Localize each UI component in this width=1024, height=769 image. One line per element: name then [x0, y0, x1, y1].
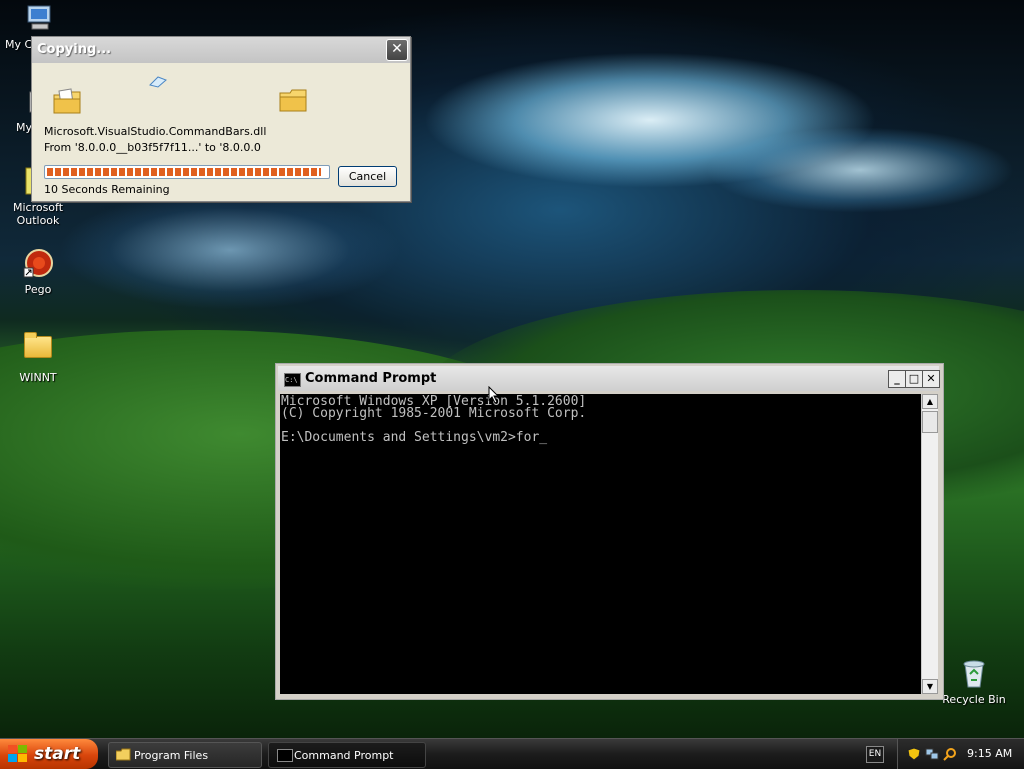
window-title: Command Prompt — [305, 371, 437, 386]
desktop-icon-label: Recycle Bin — [942, 693, 1006, 706]
desktop-icon-pego[interactable]: Pego — [0, 248, 76, 296]
desktop-icon-winnt[interactable]: WINNT — [0, 330, 76, 384]
close-icon: ✕ — [391, 41, 403, 57]
copy-filename: Microsoft.VisualStudio.CommandBars.dll — [44, 125, 267, 138]
minimize-icon: _ — [894, 372, 900, 385]
desktop-icon-label: WINNT — [19, 371, 57, 384]
taskbar-button-command-prompt[interactable]: Command Prompt — [268, 742, 426, 768]
progress-fill — [47, 168, 321, 176]
taskbar: start Program Files Command Prompt EN 9:… — [0, 738, 1024, 769]
desktop-icon-label: Microsoft Outlook — [12, 201, 64, 227]
start-label: start — [34, 744, 81, 764]
folder-icon — [22, 332, 54, 368]
recycle-bin-icon — [958, 658, 990, 690]
console-output[interactable]: Microsoft Windows XP [Version 5.1.2600] … — [280, 394, 921, 694]
command-prompt-window[interactable]: C:\ Command Prompt _ □ ✕ Microsoft Windo… — [275, 363, 944, 700]
dialog-title-bar[interactable]: Copying... ✕ — [32, 37, 410, 63]
window-title-bar[interactable]: C:\ Command Prompt _ □ ✕ — [278, 366, 940, 391]
start-button[interactable]: start — [0, 739, 98, 769]
scroll-down-arrow[interactable]: ▼ — [922, 679, 938, 694]
computer-icon — [22, 3, 54, 35]
vertical-scrollbar[interactable]: ▲ ▼ — [921, 394, 938, 694]
taskbar-button-label: Command Prompt — [294, 749, 394, 762]
destination-folder-icon — [279, 87, 309, 116]
copy-progress-bar — [44, 165, 330, 179]
windows-flag-icon — [8, 745, 28, 763]
search-icon[interactable] — [943, 747, 957, 761]
maximize-button[interactable]: □ — [905, 370, 923, 388]
console-line: E:\Documents and Settings\vm2>for_ — [281, 430, 548, 445]
minimize-button[interactable]: _ — [888, 370, 906, 388]
source-folder-icon — [53, 87, 83, 118]
desktop-icon-label: Pego — [24, 283, 52, 296]
taskbar-button-program-files[interactable]: Program Files — [108, 742, 262, 768]
console-line: (C) Copyright 1985-2001 Microsoft Corp. — [281, 406, 587, 421]
cmd-icon — [277, 749, 293, 762]
taskbar-button-label: Program Files — [134, 749, 209, 762]
desktop-icon-recycle-bin[interactable]: Recycle Bin — [936, 658, 1012, 706]
cmd-icon: C:\ — [284, 373, 301, 387]
security-shield-icon[interactable] — [907, 747, 921, 761]
flying-paper-icon — [148, 75, 168, 92]
maximize-icon: □ — [908, 372, 920, 385]
scroll-thumb[interactable] — [922, 411, 938, 433]
system-tray: 9:15 AM — [897, 739, 1024, 769]
pego-icon — [22, 248, 54, 280]
copy-progress-dialog[interactable]: Copying... ✕ Microsoft.VisualStudio.Comm… — [31, 36, 411, 202]
clock[interactable]: 9:15 AM — [967, 747, 1012, 760]
dialog-title: Copying... — [37, 42, 112, 57]
cancel-button[interactable]: Cancel — [338, 166, 397, 187]
time-remaining: 10 Seconds Remaining — [44, 183, 170, 196]
close-icon: ✕ — [926, 372, 936, 385]
close-button[interactable]: ✕ — [386, 39, 408, 61]
network-icon[interactable] — [925, 747, 939, 761]
language-indicator[interactable]: EN — [866, 746, 884, 763]
mouse-pointer-icon — [488, 385, 500, 407]
copy-from-to: From '8.0.0.0__b03f5f7f11...' to '8.0.0.… — [44, 141, 261, 154]
folder-icon — [115, 748, 131, 764]
close-button[interactable]: ✕ — [922, 370, 940, 388]
scroll-up-arrow[interactable]: ▲ — [922, 394, 938, 409]
